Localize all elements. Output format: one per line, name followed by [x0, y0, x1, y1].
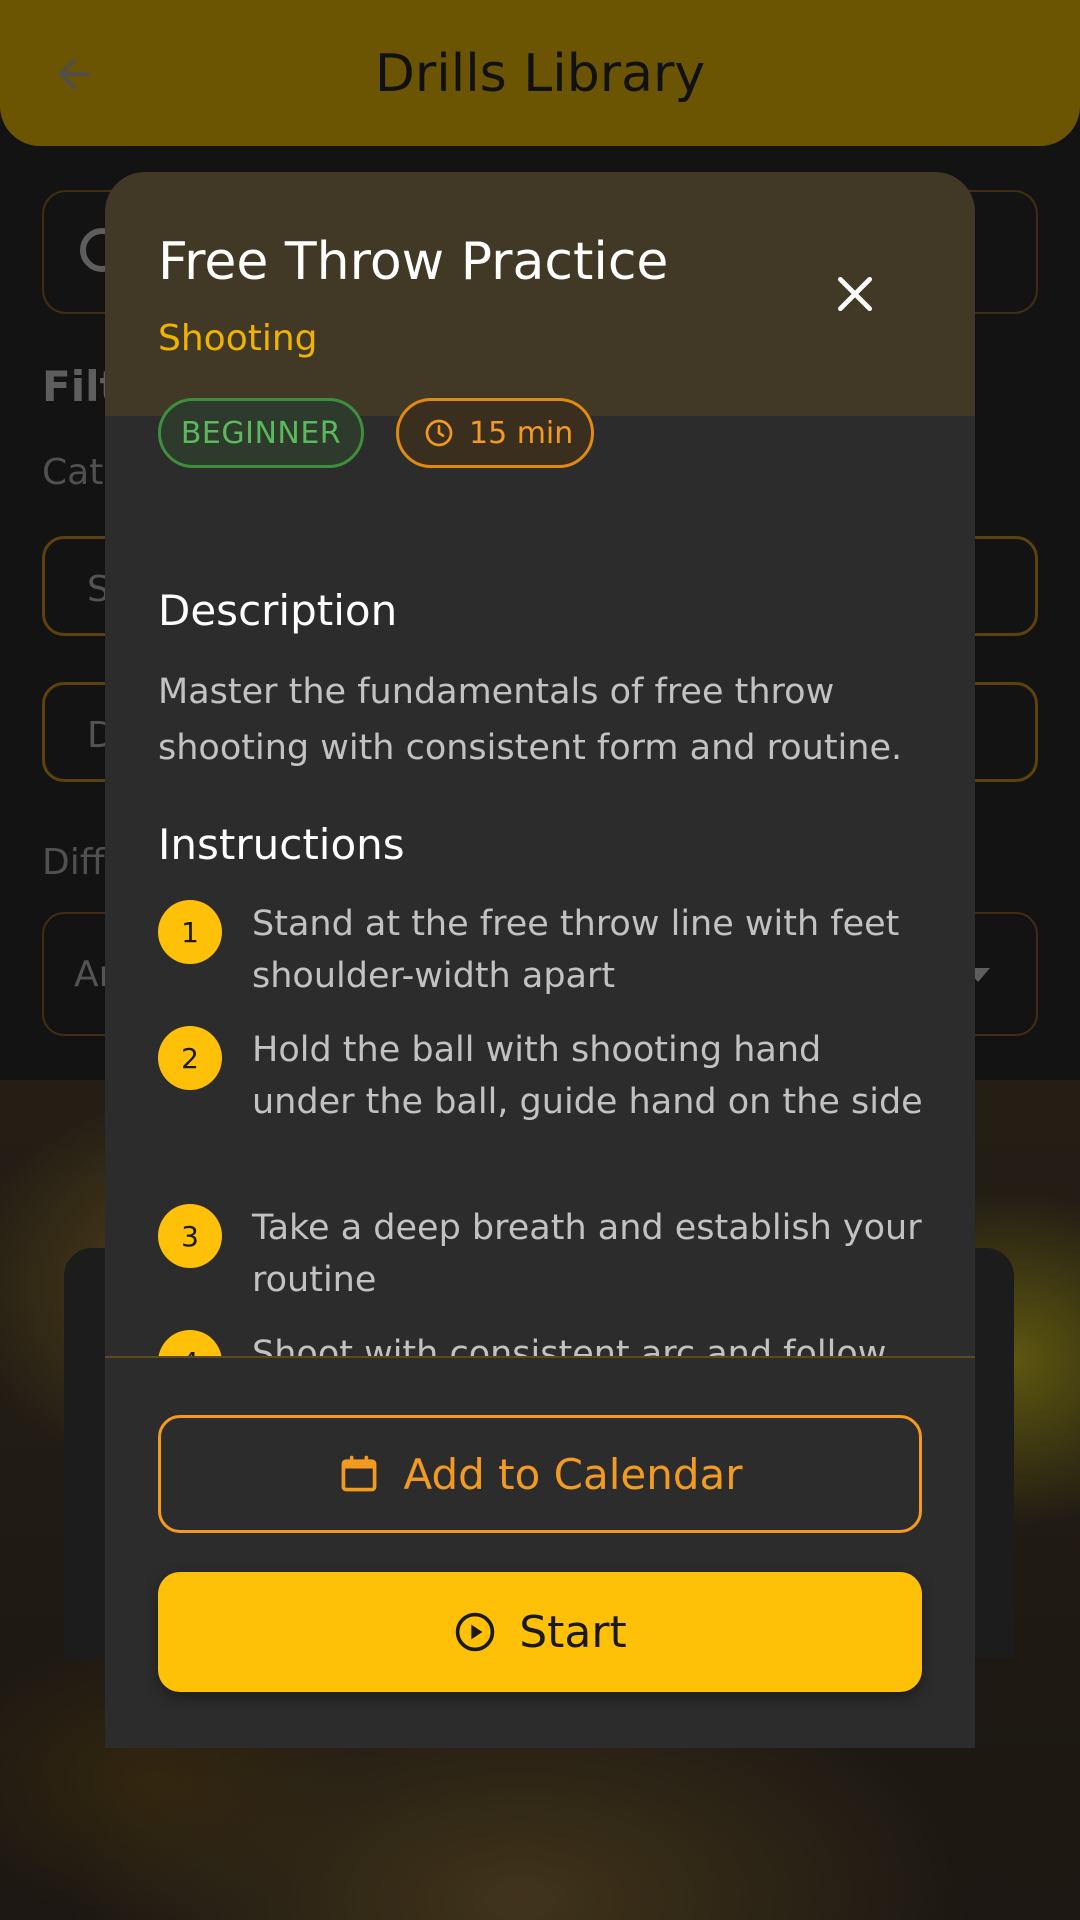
step-number: 1: [158, 900, 222, 964]
step-number: 3: [158, 1204, 222, 1268]
add-to-calendar-button[interactable]: Add to Calendar: [158, 1415, 922, 1533]
step-number: 2: [158, 1026, 222, 1090]
drill-detail-dialog: Free Throw Practice Shooting BEGINNER 15…: [105, 172, 975, 1748]
calendar-icon: [337, 1452, 381, 1496]
actions-divider: [105, 1356, 975, 1358]
start-label: Start: [519, 1606, 627, 1658]
step-text: Stand at the free throw line with feet s…: [252, 904, 900, 996]
step-number: 4: [158, 1330, 222, 1356]
step-text: Hold the ball with shooting hand under t…: [252, 1030, 923, 1122]
step-text: Shoot with consistent arc and follow: [252, 1334, 887, 1356]
step-text: Take a deep breath and establish your ro…: [252, 1208, 922, 1300]
add-to-calendar-label: Add to Calendar: [403, 1449, 743, 1499]
start-button[interactable]: Start: [158, 1572, 922, 1692]
instructions-scroll[interactable]: 1 Stand at the free throw line with feet…: [105, 172, 975, 1356]
play-circle-icon: [453, 1610, 497, 1654]
